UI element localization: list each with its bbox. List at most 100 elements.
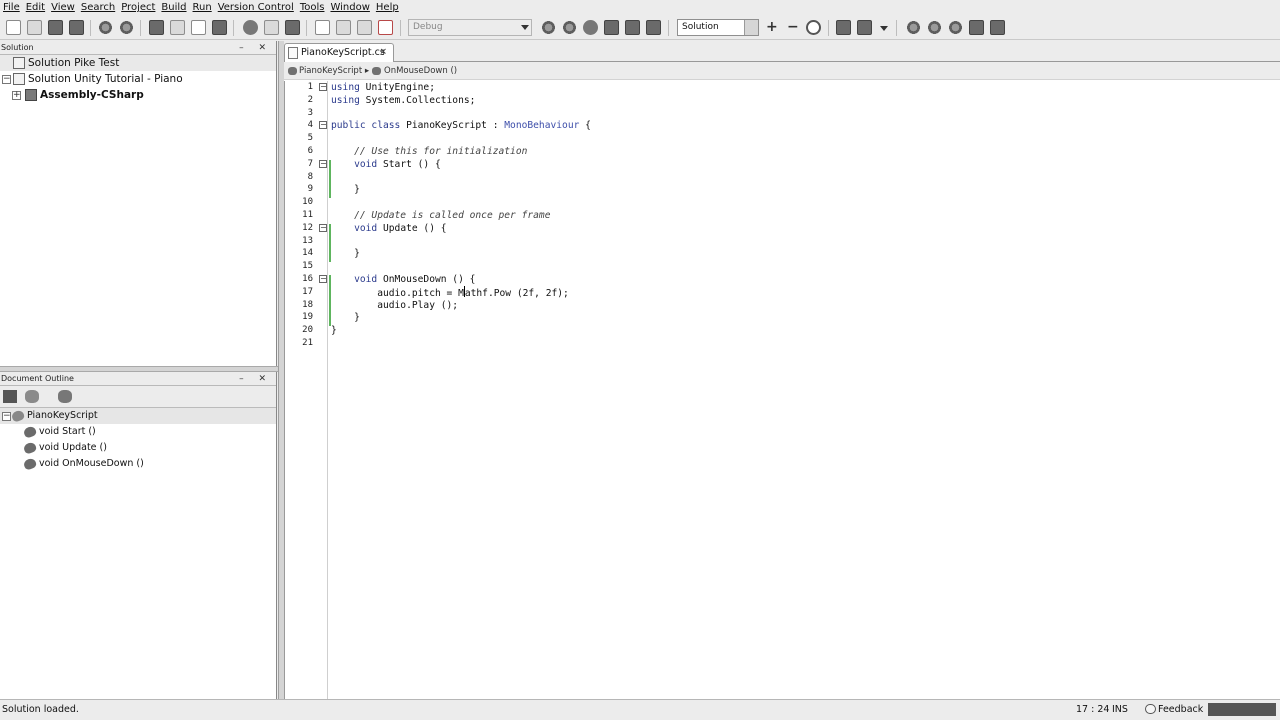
run-icon[interactable] (583, 20, 598, 35)
method-icon (22, 441, 38, 455)
toolbar-separator (896, 20, 897, 36)
outline-method-item[interactable]: void OnMouseDown () (0, 456, 276, 472)
code-line: public class PianoKeyScript : MonoBehavi… (331, 120, 591, 132)
step-into-icon[interactable] (927, 20, 942, 35)
fold-marker-icon[interactable]: − (319, 121, 327, 130)
method-icon (372, 67, 381, 75)
fold-marker-icon[interactable]: − (319, 223, 327, 232)
feedback-button[interactable]: Feedback (1144, 700, 1203, 719)
bookmark-icon[interactable] (315, 20, 330, 35)
line-number: 17 (302, 286, 313, 297)
menu-window[interactable]: Window (329, 0, 374, 16)
cut-icon[interactable] (149, 20, 164, 35)
method-icon (22, 425, 38, 439)
rebuild-icon[interactable] (562, 20, 577, 35)
line-number: 12 (302, 222, 313, 233)
list-icon[interactable] (3, 390, 17, 403)
outline-method-item[interactable]: void Update () (0, 440, 276, 456)
pad-window-controls[interactable]: – ✕ (239, 372, 272, 386)
line-number: 14 (302, 248, 313, 259)
build-config-combo[interactable]: Debug (408, 19, 532, 36)
new-file-icon[interactable] (6, 20, 21, 35)
menu-file[interactable]: File (2, 0, 25, 16)
menu-bar: File Edit View Search Project Build Run … (0, 0, 1280, 16)
chevron-down-icon[interactable] (880, 26, 888, 31)
pause-icon[interactable] (969, 20, 984, 35)
paste-icon[interactable] (191, 20, 206, 35)
fold-marker-icon[interactable]: − (319, 83, 327, 91)
menu-help[interactable]: Help (375, 0, 404, 16)
outline-method-label: void Start () (39, 426, 96, 437)
code-line: using System.Collections; (331, 94, 476, 106)
fold-marker-icon[interactable]: − (319, 159, 327, 168)
next-bookmark-icon[interactable] (357, 20, 372, 35)
step-over-icon[interactable] (906, 20, 921, 35)
sort-icon[interactable] (25, 390, 39, 403)
settings-icon[interactable] (58, 390, 72, 403)
outline-class-item[interactable]: − PianoKeyScript (0, 408, 276, 424)
line-number: 7 (307, 158, 313, 169)
menu-version-control[interactable]: Version Control (217, 0, 299, 16)
layout-icon[interactable] (836, 20, 851, 35)
find-in-files-icon[interactable] (264, 20, 279, 35)
menu-project[interactable]: Project (120, 0, 160, 16)
pad-window-controls[interactable]: – ✕ (239, 41, 272, 55)
path-method[interactable]: OnMouseDown () (384, 62, 457, 80)
solution-icon (13, 57, 25, 69)
continue-icon[interactable] (990, 20, 1005, 35)
solution-pad-title: Solution (1, 43, 34, 52)
code-line-current: audio.pitch = Mathf.Pow (2f, 2f); (331, 285, 569, 299)
find-icon[interactable] (243, 20, 258, 35)
replace-icon[interactable] (285, 20, 300, 35)
fold-marker-icon[interactable]: − (319, 275, 327, 283)
clear-bookmarks-icon[interactable] (378, 20, 393, 35)
expander-plus-icon[interactable]: + (12, 91, 21, 100)
prev-bookmark-icon[interactable] (336, 20, 351, 35)
menu-edit[interactable]: Edit (25, 0, 50, 16)
save-icon[interactable] (48, 20, 63, 35)
menu-tools[interactable]: Tools (299, 0, 330, 16)
menu-search[interactable]: Search (80, 0, 120, 16)
delete-icon[interactable] (212, 20, 227, 35)
combo-dropdown-button[interactable] (744, 20, 758, 35)
cursor-position: 17 : 24 (1076, 704, 1110, 715)
minus-icon[interactable]: − (787, 19, 799, 35)
line-number: 3 (307, 107, 313, 118)
tree-item-solution-pike-test[interactable]: Solution Pike Test (0, 55, 276, 71)
feedback-label: Feedback (1158, 704, 1204, 715)
tree-item-assembly-csharp[interactable]: + Assembly-CSharp (0, 87, 276, 103)
solution-combo[interactable]: Solution (677, 19, 759, 36)
undo-icon[interactable] (98, 20, 113, 35)
stop-icon[interactable] (625, 20, 640, 35)
tree-item-label: Assembly-CSharp (40, 89, 144, 101)
save-all-icon[interactable] (69, 20, 84, 35)
menu-run[interactable]: Run (192, 0, 217, 16)
attach-icon[interactable] (646, 20, 661, 35)
redo-icon[interactable] (119, 20, 134, 35)
project-icon (25, 89, 37, 101)
tree-item-solution-unity-tutorial[interactable]: − Solution Unity Tutorial - Piano (0, 71, 276, 87)
build-icon[interactable] (541, 20, 556, 35)
close-icon[interactable]: × (379, 44, 387, 61)
outline-method-item[interactable]: void Start () (0, 424, 276, 440)
code-view[interactable]: using UnityEngine; using System.Collecti… (331, 81, 1271, 699)
debug-icon[interactable] (604, 20, 619, 35)
step-out-icon[interactable] (948, 20, 963, 35)
document-outline-pad: Document Outline – ✕ − PianoKeyScript vo… (0, 372, 277, 699)
plus-icon[interactable]: + (766, 19, 778, 35)
tab-piano-key-script[interactable]: PianoKeyScript.cs × (284, 43, 394, 62)
outline-pad-header: Document Outline – ✕ (0, 372, 276, 386)
open-folder-icon[interactable] (27, 20, 42, 35)
refresh-icon[interactable] (806, 20, 821, 35)
outline-pad-title: Document Outline (1, 374, 74, 383)
status-bar: Solution loaded. 17 : 24 INS Feedback (0, 699, 1280, 720)
menu-view[interactable]: View (50, 0, 80, 16)
layout-dropdown-icon[interactable] (857, 20, 872, 35)
copy-icon[interactable] (170, 20, 185, 35)
expander-minus-icon[interactable]: − (2, 412, 11, 421)
outline-method-label: void Update () (39, 442, 107, 453)
path-class[interactable]: PianoKeyScript ▸ (299, 62, 369, 80)
cs-file-icon (288, 47, 298, 59)
menu-build[interactable]: Build (160, 0, 191, 16)
expander-minus-icon[interactable]: − (2, 75, 11, 84)
